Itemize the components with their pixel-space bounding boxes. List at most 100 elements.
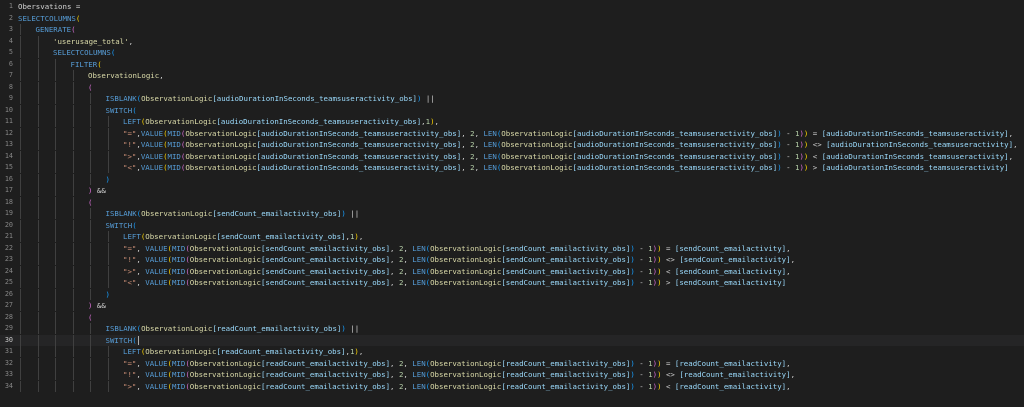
code-token: MID [171, 266, 186, 276]
code-token: , [136, 358, 146, 368]
indent-guide [107, 346, 109, 357]
code-line[interactable]: 11 LEFT(ObservationLogic[audioDurationInS… [0, 116, 1024, 127]
code-line[interactable]: 32 "=", VALUE(MID(ObservationLogic[readCo… [0, 357, 1024, 369]
code-line[interactable]: 1 Obersvations = [0, 1, 1024, 12]
code-line[interactable]: 17) && [0, 185, 1024, 196]
code-token: ( [163, 163, 168, 172]
code-text: ">", VALUE(MID(ObservationLogic[sendCoun… [18, 265, 791, 277]
code-text: LEFT(ObservationLogic[sendCount_emailact… [18, 231, 363, 242]
code-line[interactable]: 3 GENERATE( [0, 24, 1024, 35]
code-line[interactable]: 8( [0, 81, 1024, 93]
code-token: ) [657, 358, 662, 368]
indent-guide [55, 208, 56, 219]
indent-guide [20, 24, 21, 35]
code-token: , [390, 381, 399, 391]
code-text: ) [18, 173, 110, 185]
code-line[interactable]: 15 "<",VALUE(MID(ObservationLogic[audioDu… [0, 162, 1024, 173]
code-line[interactable]: 18 ( [0, 196, 1024, 208]
code-token: ObservationLogic [189, 266, 261, 276]
indent-guide [72, 70, 74, 81]
code-text: ) && [18, 300, 106, 311]
line-number: 30 [4, 335, 13, 344]
code-text: ISBLANK(ObservationLogic[sendCount_email… [18, 208, 359, 219]
code-text: FILTER( [18, 58, 102, 70]
code-token: [audioDurationInSeconds_teamsuseractivit… [572, 151, 778, 161]
indent-guide [72, 162, 74, 173]
code-line[interactable]: 23 "!", VALUE(MID(ObservationLogic[sendCo… [0, 254, 1024, 265]
code-line[interactable]: 29 ISBLANK(ObservationLogic[readCount_ema… [0, 323, 1024, 334]
code-line[interactable]: 16) [0, 173, 1024, 185]
indent-guide [20, 277, 21, 288]
code-line[interactable]: 6 FILTER( [0, 58, 1024, 70]
code-text: ( [18, 196, 92, 208]
indent-guide [107, 254, 109, 265]
code-line[interactable]: 21 LEFT(ObservationLogic[sendCount_emaila… [0, 231, 1024, 242]
code-line[interactable]: 20 SWITCH( [0, 219, 1024, 231]
code-line[interactable]: 26) [0, 288, 1024, 300]
indent-guide [37, 380, 39, 392]
code-token: VALUE [145, 358, 168, 368]
code-token: ObservationLogic [88, 71, 160, 80]
code-token: LEN [412, 358, 426, 368]
code-token: ( [132, 220, 137, 230]
code-token: = [661, 358, 675, 368]
indent-guide [72, 116, 74, 127]
line-number: 12 [4, 128, 13, 137]
code-token: ObservationLogic [141, 324, 213, 333]
indent-guide [107, 116, 109, 127]
code-token: ( [163, 128, 168, 138]
code-line[interactable]: 10 SWITCH( [0, 104, 1024, 116]
text-cursor [137, 335, 139, 345]
code-line[interactable]: 28 ( [0, 311, 1024, 323]
code-line[interactable]: 7 ObservationLogic, [0, 70, 1024, 81]
code-line[interactable]: 14 ">",VALUE(MID(ObservationLogic[audioDu… [0, 150, 1024, 162]
indent-guide [55, 369, 56, 380]
code-token: = [661, 243, 675, 253]
code-line[interactable]: 13 "!",VALUE(MID(ObservationLogic[audioDu… [0, 139, 1024, 150]
code-line[interactable]: 24 ">", VALUE(MID(ObservationLogic[sendCo… [0, 265, 1024, 277]
indent-guide [90, 162, 91, 173]
code-token: - [781, 140, 795, 149]
code-line[interactable]: 2 SELECTCOLUMNS( [0, 13, 1024, 24]
indent-guide [20, 380, 21, 392]
code-line[interactable]: 19 ISBLANK(ObservationLogic[sendCount_ema… [0, 208, 1024, 219]
indent-guide [90, 173, 91, 185]
code-line[interactable]: 22 "=", VALUE(MID(ObservationLogic[sendCo… [0, 242, 1024, 254]
code-token: [sendCount_emailactivity_obs] [260, 266, 391, 276]
line-number: 9 [8, 94, 13, 102]
code-token: VALUE [140, 151, 164, 161]
code-token: "=" [123, 128, 137, 138]
code-token: ISBLANK [105, 209, 137, 218]
code-line[interactable]: 5 SELECTCOLUMNS( [0, 47, 1024, 58]
indent-guide [72, 357, 74, 369]
indent-guide [90, 254, 91, 265]
line-number: 22 [4, 243, 13, 252]
indent-guide [90, 277, 91, 288]
code-token: , [421, 117, 426, 126]
code-token: [readCount_emailactivity] [679, 370, 791, 379]
code-token: > [808, 163, 822, 172]
code-line[interactable]: 33 "!", VALUE(MID(ObservationLogic[readCo… [0, 369, 1024, 380]
code-line[interactable]: 27) && [0, 300, 1024, 311]
code-token: SELECTCOLUMNS [53, 48, 111, 57]
line-number: 4 [8, 36, 13, 45]
code-line[interactable]: 31 LEFT(ObservationLogic[readCount_emaila… [0, 346, 1024, 357]
code-token: || [345, 324, 360, 333]
code-editor[interactable]: 1 Obersvations = 2 SELECTCOLUMNS(3 GENERATE(… [0, 0, 1024, 407]
code-token: [readCount_emailactivity] [674, 381, 787, 391]
code-token: [sendCount_emailactivity_obs] [501, 278, 631, 287]
code-token: , [790, 255, 796, 264]
code-token: ( [163, 140, 168, 149]
code-token: [audioDurationInSeconds_teamsuseractivit… [826, 140, 1014, 149]
code-token: <> [661, 370, 680, 379]
code-token: ( [132, 335, 137, 345]
code-line[interactable]: 25 "<", VALUE(MID(ObservationLogic[sendCo… [0, 277, 1024, 288]
indent-guide [55, 357, 56, 369]
code-line[interactable]: 12 "=",VALUE(MID(ObservationLogic[audioDu… [0, 127, 1024, 139]
indent-guide [55, 104, 56, 116]
code-token: - [634, 381, 649, 391]
code-line[interactable]: 30 SWITCH( [0, 334, 1024, 346]
code-line[interactable]: 34 ">", VALUE(MID(ObservationLogic[readCo… [0, 380, 1024, 392]
code-line[interactable]: 9 ISBLANK(ObservationLogic[audioDurationI… [0, 93, 1024, 104]
code-line[interactable]: 4 'userusage_total', [0, 35, 1024, 47]
